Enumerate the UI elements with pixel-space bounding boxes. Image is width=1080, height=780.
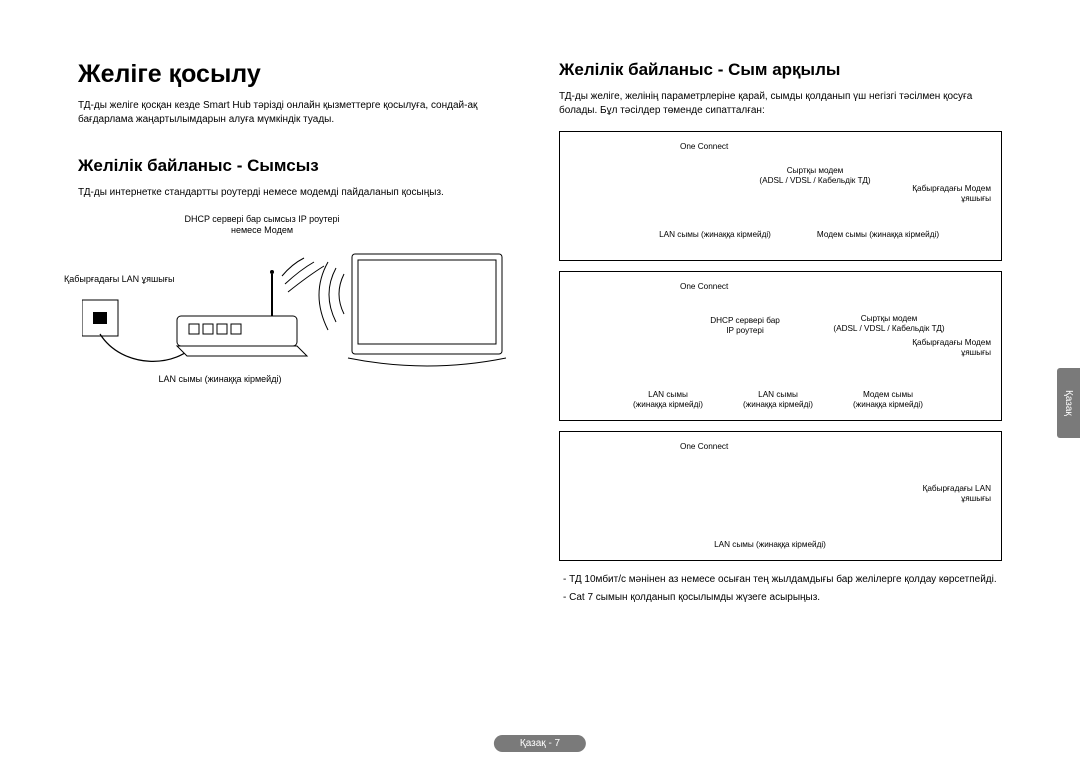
page-footer: Қазақ - 7 bbox=[494, 735, 586, 752]
modem-cable-label-2: Модем сымы (жинаққа кірмейді) bbox=[838, 390, 938, 411]
ext-modem-label: Сыртқы модем (ADSL / VDSL / Кабельдік ТД… bbox=[740, 166, 890, 187]
lan-cable-2-label: LAN сымы (жинаққа кірмейді) bbox=[728, 390, 828, 411]
side-language-tab: Қазақ bbox=[1057, 368, 1080, 438]
wall-modem-port-label: Қабырғадағы Модем ұяшығы bbox=[901, 184, 991, 205]
router-label: DHCP сервері бар сымсыз IP роутері немес… bbox=[182, 214, 342, 237]
notes-list: - ТД 10мбит/с мәнінен аз немесе осыған т… bbox=[559, 573, 1002, 604]
ip-router-label: DHCP сервері бар IP роутері bbox=[690, 316, 800, 337]
note-2: - Cat 7 сымын қолданып қосылымды жүзеге … bbox=[559, 591, 1002, 605]
wired-heading: Желілік байланыс - Сым арқылы bbox=[559, 60, 1002, 80]
lan-cable-label-3: LAN сымы (жинаққа кірмейді) bbox=[680, 540, 860, 550]
wall-lan-port-label: Қабырғадағы LAN ұяшығы bbox=[901, 484, 991, 505]
intro-text: ТД-ды желіге қосқан кезде Smart Hub тәрі… bbox=[78, 99, 521, 126]
wall-modem-port-label-2: Қабырғадағы Модем ұяшығы bbox=[901, 338, 991, 359]
lan-cable-1-label: LAN сымы (жинаққа кірмейді) bbox=[618, 390, 718, 411]
ext-modem-label-2: Сыртқы модем (ADSL / VDSL / Кабельдік ТД… bbox=[814, 314, 964, 335]
modem-cable-label-1: Модем сымы (жинаққа кірмейді) bbox=[798, 230, 958, 240]
wired-diagram-3: One Connect Қабырғадағы LAN ұяшығы LAN с… bbox=[559, 431, 1002, 561]
lan-cable-label-1: LAN сымы (жинаққа кірмейді) bbox=[630, 230, 800, 240]
one-connect-label: One Connect bbox=[680, 142, 728, 152]
note-1: - ТД 10мбит/с мәнінен аз немесе осыған т… bbox=[559, 573, 1002, 587]
one-connect-label-2: One Connect bbox=[680, 282, 728, 292]
wireless-heading: Желілік байланыс - Сымсыз bbox=[78, 156, 521, 176]
wireless-diagram: DHCP сервері бар сымсыз IP роутері немес… bbox=[82, 214, 525, 414]
wired-diagram-2: One Connect DHCP сервері бар IP роутері … bbox=[559, 271, 1002, 421]
page-title: Желіге қосылу bbox=[78, 60, 521, 89]
wired-diagram-1: One Connect Сыртқы модем (ADSL / VDSL / … bbox=[559, 131, 1002, 261]
wireless-sub: ТД-ды интернетке стандартты роутерді нем… bbox=[78, 186, 521, 200]
lan-cable-label: LAN сымы (жинаққа кірмейді) bbox=[130, 374, 310, 385]
one-connect-label-3: One Connect bbox=[680, 442, 728, 452]
wired-sub: ТД-ды желіге, желінің параметрлеріне қар… bbox=[559, 90, 1002, 117]
wall-port-label: Қабырғадағы LAN ұяшығы bbox=[64, 274, 224, 285]
